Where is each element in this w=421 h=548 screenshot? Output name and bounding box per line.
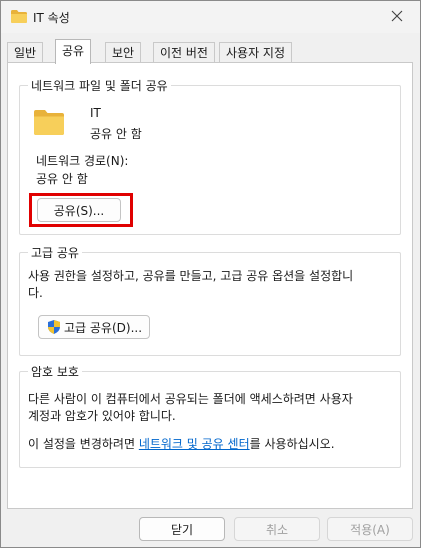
password-protection-text: 다른 사람이 이 컴퓨터에서 공유되는 폴더에 액세스하려면 사용자: [28, 392, 353, 406]
tab-sharing[interactable]: 공유: [55, 39, 92, 64]
advanced-share-description-cont: 다.: [28, 286, 43, 300]
network-share-group-title: 네트워크 파일 및 폴더 공유: [28, 77, 171, 94]
tab-customize[interactable]: 사용자 지정: [219, 42, 293, 63]
network-sharing-center-link[interactable]: 네트워크 및 공유 센터: [139, 437, 250, 451]
advanced-share-button[interactable]: 고급 공유(D)...: [38, 315, 150, 339]
advanced-share-description: 사용 권한을 설정하고, 공유를 만들고, 고급 공유 옵션을 설정합니: [28, 269, 354, 283]
title-bar[interactable]: IT 속성: [1, 1, 420, 33]
network-path-label: 네트워크 경로(N):: [36, 154, 129, 168]
network-path-value: 공유 안 함: [36, 172, 88, 186]
folder-icon: [11, 10, 27, 23]
window-title: IT 속성: [33, 11, 70, 25]
tab-general[interactable]: 일반: [7, 42, 44, 63]
folder-icon: [34, 110, 64, 135]
network-share-group: 네트워크 파일 및 폴더 공유 IT 공유 안 함 네트워크 경로(N): 공유…: [19, 77, 401, 235]
password-protection-text-cont: 계정과 암호가 있어야 합니다.: [28, 409, 176, 423]
close-icon: [391, 10, 403, 22]
instruction-prefix: 이 설정을 변경하려면: [28, 437, 139, 451]
share-button[interactable]: 공유(S)...: [37, 198, 121, 222]
folder-share-status: 공유 안 함: [90, 127, 142, 141]
advanced-share-group-title: 고급 공유: [28, 244, 82, 261]
sharing-panel: 네트워크 파일 및 폴더 공유 IT 공유 안 함 네트워크 경로(N): 공유…: [7, 62, 413, 509]
advanced-share-group: 고급 공유 사용 권한을 설정하고, 공유를 만들고, 고급 공유 옵션을 설정…: [19, 244, 401, 356]
cancel-button[interactable]: 취소: [234, 517, 320, 541]
close-dialog-button[interactable]: 닫기: [139, 517, 225, 541]
instruction-suffix: 를 사용하십시오.: [249, 437, 335, 451]
tab-previous-versions[interactable]: 이전 버전: [153, 42, 215, 63]
close-button[interactable]: [374, 1, 420, 31]
apply-button[interactable]: 적용(A): [327, 517, 413, 541]
password-protection-instruction: 이 설정을 변경하려면 네트워크 및 공유 센터를 사용하십시오.: [28, 435, 335, 452]
password-protection-group-title: 암호 보호: [28, 363, 82, 380]
properties-dialog: IT 속성 일반 공유 보안 이전 버전 사용자 지정 네트워크 파일 및 폴더…: [0, 0, 421, 548]
folder-name: IT: [90, 106, 101, 120]
password-protection-group: 암호 보호 다른 사람이 이 컴퓨터에서 공유되는 폴더에 액세스하려면 사용자…: [19, 363, 401, 468]
uac-shield-icon: [47, 320, 60, 334]
tab-security[interactable]: 보안: [105, 42, 142, 63]
